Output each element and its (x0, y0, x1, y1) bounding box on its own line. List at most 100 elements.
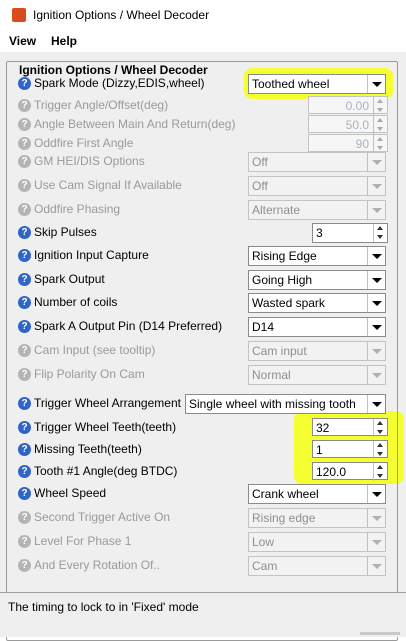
arrow-down-icon[interactable] (377, 474, 383, 478)
help-icon[interactable]: ? (18, 487, 31, 500)
arrow-up-icon[interactable] (377, 443, 383, 447)
chevron-down-icon[interactable] (367, 485, 385, 503)
help-icon[interactable]: ? (18, 397, 31, 410)
window-title: Ignition Options / Wheel Decoder (33, 8, 210, 22)
arrow-down-icon[interactable] (377, 146, 383, 150)
wheel-speed-label: Wheel Speed (34, 486, 107, 500)
spark-output-select[interactable]: Going High (248, 270, 386, 290)
chevron-down-icon[interactable] (367, 247, 385, 265)
spinner-buttons[interactable] (373, 419, 387, 437)
arrow-up-icon[interactable] (377, 226, 383, 230)
use-cam-select[interactable]: Off (248, 176, 386, 196)
help-icon[interactable]: ? (18, 368, 31, 381)
chevron-down-icon[interactable] (367, 342, 385, 360)
row-level-phase: ? Level For Phase 1 Low (14, 532, 394, 554)
chevron-down-icon[interactable] (367, 509, 385, 527)
arrow-down-icon[interactable] (377, 108, 383, 112)
chevron-down-icon[interactable] (367, 75, 385, 93)
resize-grip[interactable] (360, 632, 400, 635)
chevron-down-icon[interactable] (367, 557, 385, 575)
menu-bar: View Help (0, 30, 406, 53)
status-bar: The timing to lock to in 'Fixed' mode (0, 592, 406, 637)
second-trigger-select[interactable]: Rising edge (248, 508, 386, 528)
chevron-down-icon[interactable] (367, 271, 385, 289)
arrow-down-icon[interactable] (377, 127, 383, 131)
chevron-down-icon[interactable] (367, 294, 385, 312)
ignition-input-select[interactable]: Rising Edge (248, 246, 386, 266)
wheel-speed-value: Crank wheel (252, 487, 319, 501)
wheel-arrangement-select[interactable]: Single wheel with missing tooth (185, 394, 386, 414)
wheel-teeth-spinner[interactable]: 32 (312, 418, 388, 437)
arrow-up-icon[interactable] (377, 118, 383, 122)
arrow-up-icon[interactable] (377, 465, 383, 469)
cam-input-select[interactable]: Cam input (248, 341, 386, 361)
every-rotation-value: Cam (252, 559, 278, 573)
menu-help[interactable]: Help (51, 34, 77, 48)
flip-polarity-select[interactable]: Normal (248, 365, 386, 385)
oddfire-first-spinner[interactable]: 90 (308, 134, 388, 153)
wheel-arrangement-label: Trigger Wheel Arrangement (34, 396, 181, 410)
help-icon[interactable]: ? (18, 249, 31, 262)
help-icon[interactable]: ? (18, 137, 31, 150)
skip-pulses-spinner[interactable]: 3 (312, 223, 388, 243)
trigger-angle-spinner[interactable]: 0.00 (308, 96, 388, 115)
arrow-up-icon[interactable] (377, 99, 383, 103)
help-icon[interactable]: ? (18, 203, 31, 216)
help-icon[interactable]: ? (18, 320, 31, 333)
help-icon[interactable]: ? (18, 421, 31, 434)
help-icon[interactable]: ? (18, 118, 31, 131)
help-icon[interactable]: ? (18, 99, 31, 112)
spinner-buttons[interactable] (373, 97, 387, 115)
chevron-down-icon[interactable] (367, 153, 385, 171)
status-message: The timing to lock to in 'Fixed' mode (8, 600, 199, 614)
spinner-buttons[interactable] (373, 135, 387, 153)
help-icon[interactable]: ? (18, 296, 31, 309)
spinner-buttons[interactable] (373, 441, 387, 459)
help-icon[interactable]: ? (18, 344, 31, 357)
help-icon[interactable]: ? (18, 77, 31, 90)
help-icon[interactable]: ? (18, 155, 31, 168)
arrow-up-icon[interactable] (377, 137, 383, 141)
help-icon[interactable]: ? (18, 465, 31, 478)
chevron-down-icon[interactable] (367, 395, 385, 413)
help-icon[interactable]: ? (18, 179, 31, 192)
arrow-up-icon[interactable] (377, 421, 383, 425)
level-phase-select[interactable]: Low (248, 532, 386, 552)
second-trigger-label: Second Trigger Active On (34, 510, 171, 524)
chevron-down-icon[interactable] (367, 201, 385, 219)
angle-between-spinner[interactable]: 50.0 (308, 115, 388, 134)
gm-hei-select[interactable]: Off (248, 152, 386, 172)
oddfire-phasing-select[interactable]: Alternate (248, 200, 386, 220)
spinner-buttons[interactable] (373, 116, 387, 134)
spark-pin-select[interactable]: D14 (248, 317, 386, 337)
chevron-down-icon[interactable] (367, 318, 385, 336)
missing-teeth-spinner[interactable]: 1 (312, 440, 388, 459)
help-icon[interactable]: ? (18, 443, 31, 456)
tooth1-angle-spinner[interactable]: 120.0 (312, 462, 388, 481)
help-icon[interactable]: ? (18, 559, 31, 572)
skip-pulses-value: 3 (316, 226, 323, 240)
chevron-down-icon[interactable] (367, 533, 385, 551)
number-of-coils-label: Number of coils (34, 295, 118, 309)
level-phase-label: Level For Phase 1 (34, 534, 132, 548)
arrow-down-icon[interactable] (377, 452, 383, 456)
help-icon[interactable]: ? (18, 226, 31, 239)
arrow-down-icon[interactable] (377, 430, 383, 434)
every-rotation-select[interactable]: Cam (248, 556, 386, 576)
chevron-down-icon[interactable] (367, 366, 385, 384)
help-icon[interactable]: ? (18, 273, 31, 286)
help-icon[interactable]: ? (18, 511, 31, 524)
spark-mode-select[interactable]: Toothed wheel (248, 74, 386, 94)
spinner-buttons[interactable] (373, 463, 387, 481)
spinner-buttons[interactable] (373, 224, 387, 242)
chevron-down-icon[interactable] (367, 177, 385, 195)
number-of-coils-select[interactable]: Wasted spark (248, 293, 386, 313)
arrow-down-icon[interactable] (377, 235, 383, 239)
row-second-trigger: ? Second Trigger Active On Rising edge (14, 508, 394, 530)
spark-pin-label: Spark A Output Pin (D14 Preferred) (34, 319, 223, 333)
oddfire-phasing-value: Alternate (252, 203, 301, 217)
spark-mode-value: Toothed wheel (252, 77, 330, 91)
help-icon[interactable]: ? (18, 535, 31, 548)
wheel-speed-select[interactable]: Crank wheel (248, 484, 386, 504)
menu-view[interactable]: View (9, 34, 36, 48)
